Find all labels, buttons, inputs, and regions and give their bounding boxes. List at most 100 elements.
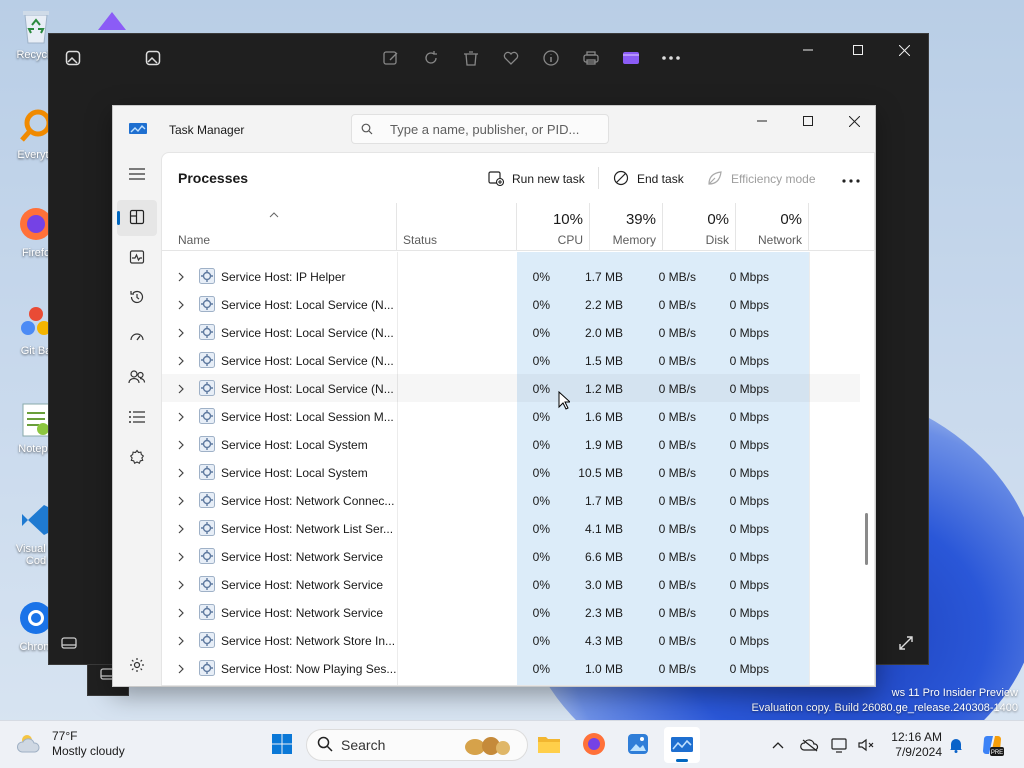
chevron-right-icon[interactable] xyxy=(178,663,184,677)
table-row[interactable]: Service Host: Network Connec... 0% 1.7 MB 0… xyxy=(162,486,860,514)
nav-processes[interactable] xyxy=(117,200,157,236)
table-row[interactable]: Service Host: Local Service (N... 0% 2.0 M… xyxy=(162,318,860,346)
onedrive-sync-icon[interactable] xyxy=(800,735,820,755)
network-icon[interactable] xyxy=(830,735,850,755)
run-new-task-button[interactable]: Run new task xyxy=(488,165,585,193)
table-row[interactable]: Service Host: Local Session M... 0% 1.6 MB… xyxy=(162,402,860,430)
more-options-button[interactable] xyxy=(842,165,860,193)
chevron-right-icon[interactable] xyxy=(178,299,184,313)
table-row[interactable]: Service Host: Network Service 0% 6.6 MB 0 M… xyxy=(162,542,860,570)
chevron-right-icon[interactable] xyxy=(178,523,184,537)
table-row[interactable]: Service Host: Local System 0% 10.5 MB 0 MB/… xyxy=(162,458,860,486)
fullscreen-icon[interactable] xyxy=(898,635,914,654)
chevron-right-icon[interactable] xyxy=(178,495,184,509)
visual-studio-icon xyxy=(92,6,132,36)
maximize-button[interactable] xyxy=(835,34,881,66)
search-box[interactable] xyxy=(351,114,609,144)
image-icon[interactable] xyxy=(137,42,169,74)
chevron-right-icon[interactable] xyxy=(178,439,184,453)
clipchamp-icon[interactable] xyxy=(615,40,647,76)
chevron-right-icon[interactable] xyxy=(178,355,184,369)
chevron-right-icon[interactable] xyxy=(178,551,184,565)
close-button[interactable] xyxy=(881,34,927,66)
table-row[interactable]: Service Host: Network List Ser... 0% 4.1 M… xyxy=(162,514,860,542)
minimize-button[interactable] xyxy=(785,34,831,66)
column-header-memory[interactable]: 39% Memory xyxy=(590,203,663,251)
nav-performance[interactable] xyxy=(117,240,157,276)
process-network: 0 Mbps xyxy=(729,522,769,536)
taskbar-firefox[interactable] xyxy=(576,727,612,763)
efficiency-mode-button[interactable]: Efficiency mode xyxy=(707,165,816,193)
column-header-name[interactable]: Name xyxy=(162,203,397,251)
chevron-right-icon[interactable] xyxy=(178,635,184,649)
service-gear-icon xyxy=(199,604,215,623)
taskbar-task-manager[interactable] xyxy=(664,727,700,763)
service-gear-icon xyxy=(199,576,215,595)
end-task-button[interactable]: End task xyxy=(613,165,684,193)
table-row[interactable]: Service Host: Local Service (N... 0% 1.2 M… xyxy=(162,374,860,402)
more-options-icon[interactable] xyxy=(655,40,687,76)
column-header-status[interactable]: Status xyxy=(397,203,517,251)
taskbar-photos[interactable] xyxy=(620,727,656,763)
chevron-right-icon[interactable] xyxy=(178,579,184,593)
process-cpu: 0% xyxy=(532,606,550,620)
edit-image-icon[interactable] xyxy=(375,40,407,76)
chevron-right-icon[interactable] xyxy=(178,271,184,285)
nav-users[interactable] xyxy=(117,360,157,396)
chevron-right-icon[interactable] xyxy=(178,467,184,481)
hamburger-menu-icon[interactable] xyxy=(117,156,157,192)
chevron-right-icon[interactable] xyxy=(178,607,184,621)
users-icon xyxy=(128,369,146,388)
table-row[interactable]: Service Host: Local Service (N... 0% 2.2 M… xyxy=(162,290,860,318)
show-hidden-icons-chevron-up-icon[interactable] xyxy=(768,735,788,755)
table-row[interactable]: Service Host: Network Service 0% 3.0 MB 0 M… xyxy=(162,570,860,598)
delete-icon[interactable] xyxy=(455,40,487,76)
nav-settings[interactable] xyxy=(117,648,157,684)
task-manager-window[interactable]: Task Manager Type a name, publisher, or … xyxy=(112,105,876,687)
process-network: 0 Mbps xyxy=(729,494,769,508)
info-icon[interactable] xyxy=(535,40,567,76)
chevron-right-icon[interactable] xyxy=(178,411,184,425)
column-header-network[interactable]: 0% Network xyxy=(736,203,809,251)
table-row[interactable]: Service Host: Now Playing Ses... 0% 1.0 MB… xyxy=(162,654,860,682)
process-cpu: 0% xyxy=(532,298,550,312)
vertical-scrollbar[interactable] xyxy=(865,513,868,565)
column-header-cpu[interactable]: 10% CPU xyxy=(517,203,590,251)
volume-muted-icon[interactable] xyxy=(856,735,876,755)
close-button[interactable] xyxy=(831,106,875,136)
table-row[interactable]: Service Host: Local System 0% 1.9 MB 0 MB/s… xyxy=(162,430,860,458)
maximize-button[interactable] xyxy=(785,106,831,136)
taskbar-file-explorer[interactable] xyxy=(531,727,567,763)
table-row[interactable]: Service Host: Local Service (N... 0% 1.5 M… xyxy=(162,346,860,374)
process-cpu: 0% xyxy=(532,550,550,564)
image-icon[interactable] xyxy=(57,42,89,74)
sort-ascending-icon xyxy=(269,207,279,221)
column-header-disk[interactable]: 0% Disk xyxy=(663,203,736,251)
process-memory: 4.1 MB xyxy=(584,522,623,536)
nav-app-history[interactable] xyxy=(117,280,157,316)
end-task-label: End task xyxy=(637,172,684,186)
nav-details[interactable] xyxy=(117,400,157,436)
copilot-icon[interactable]: PRE xyxy=(980,733,1004,757)
minimize-button[interactable] xyxy=(739,106,785,136)
nav-startup-apps[interactable] xyxy=(117,320,157,356)
start-button[interactable] xyxy=(264,727,300,763)
table-row[interactable]: Service Host: Network Service 0% 2.3 MB 0 M… xyxy=(162,598,860,626)
nav-services[interactable] xyxy=(117,440,157,476)
weather-widget[interactable]: 77°F Mostly cloudy xyxy=(16,729,125,759)
chevron-right-icon[interactable] xyxy=(178,327,184,341)
process-name: Service Host: IP Helper xyxy=(221,270,346,284)
print-icon[interactable] xyxy=(575,40,607,76)
chevron-right-icon[interactable] xyxy=(178,383,184,397)
process-name: Service Host: Local Service (N... xyxy=(221,382,394,396)
task-manager-titlebar[interactable]: Task Manager xyxy=(113,106,875,152)
favorite-heart-icon[interactable] xyxy=(495,40,527,76)
notification-bell-icon[interactable] xyxy=(946,735,966,755)
rotate-icon[interactable] xyxy=(415,40,447,76)
table-row[interactable]: Service Host: Network Store In... 0% 4.3 M… xyxy=(162,626,860,654)
search-input[interactable] xyxy=(382,121,608,137)
filmstrip-icon[interactable] xyxy=(61,637,77,652)
system-clock[interactable]: 12:16 AM 7/9/2024 xyxy=(884,730,942,760)
table-row[interactable]: Service Host: IP Helper 0% 1.7 MB 0 MB/s 0 M… xyxy=(162,262,860,290)
taskbar-search[interactable]: Search xyxy=(306,729,528,761)
